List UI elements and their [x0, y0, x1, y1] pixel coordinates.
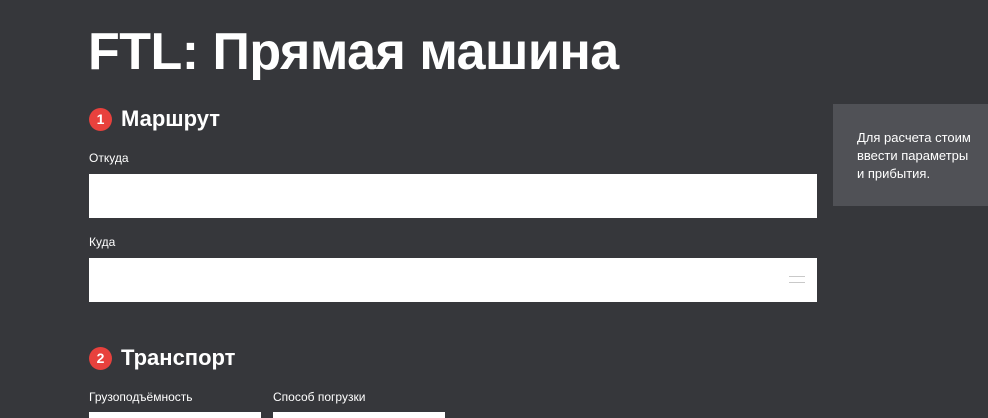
transport-section-title: Транспорт	[121, 345, 236, 370]
to-input[interactable]	[89, 258, 817, 302]
tooltip-line: Для расчета стоим	[857, 130, 971, 145]
page-title: FTL: Прямая машина	[88, 23, 619, 81]
ftl-direct-truck-form: FTL: Прямая машина 1 Маршрут Откуда Куда…	[0, 0, 988, 418]
to-field-label: Куда	[89, 235, 116, 249]
list-icon[interactable]	[789, 276, 805, 284]
transport-section-heading: 2 Транспорт	[89, 343, 235, 373]
calculation-hint-tooltip: Для расчета стоим ввести параметры и при…	[833, 104, 988, 206]
tooltip-line: и прибытия.	[857, 166, 931, 181]
loading-method-input[interactable]	[273, 412, 445, 418]
loading-method-field-label: Способ погрузки	[273, 390, 366, 404]
route-section-heading: 1 Маршрут	[89, 104, 220, 134]
capacity-input[interactable]	[89, 412, 261, 418]
from-field-label: Откуда	[89, 151, 129, 165]
route-section-title: Маршрут	[121, 106, 221, 131]
transport-step-badge: 2	[89, 346, 112, 370]
route-step-badge: 1	[89, 107, 112, 131]
capacity-field-label: Грузоподъёмность	[89, 390, 193, 404]
from-input[interactable]	[89, 174, 817, 218]
tooltip-line: ввести параметры	[857, 148, 969, 163]
